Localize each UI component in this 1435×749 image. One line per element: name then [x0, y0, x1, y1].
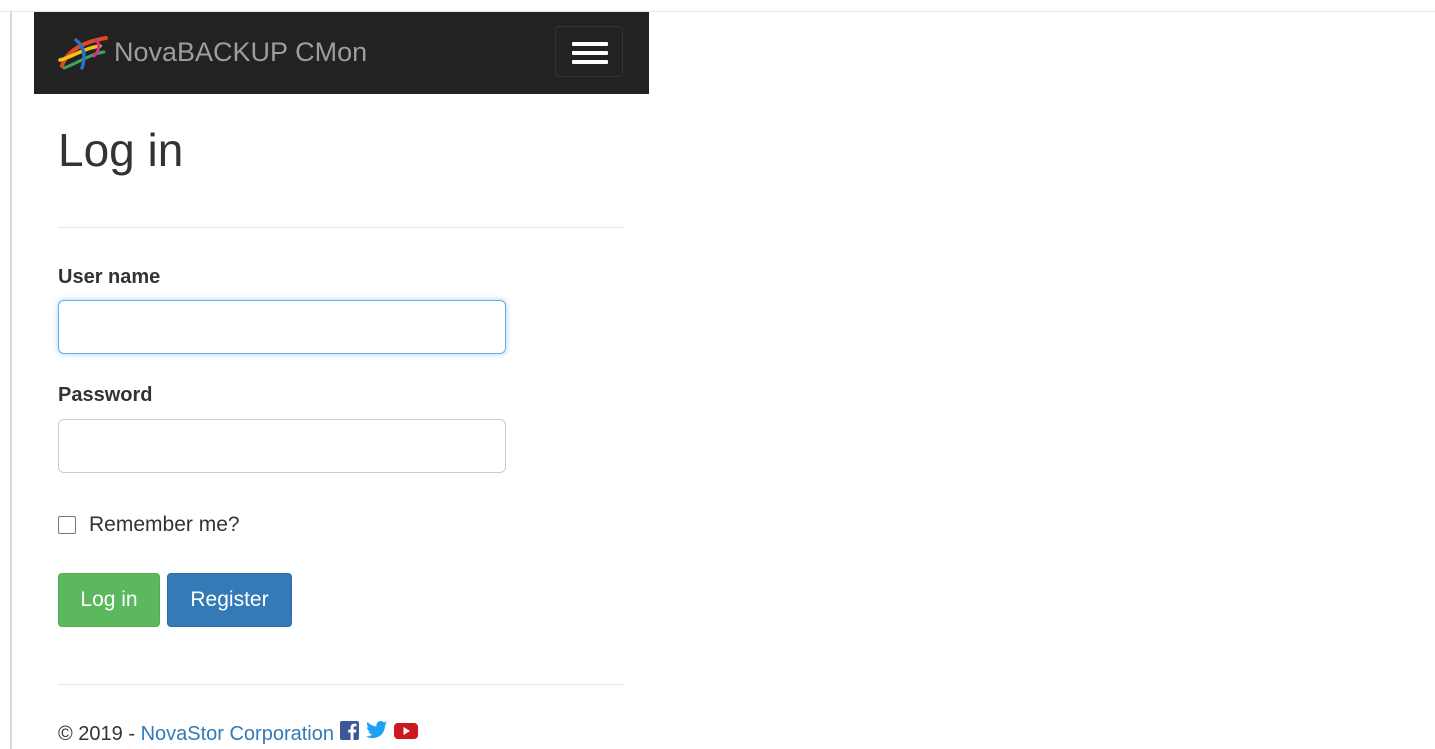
brand-link[interactable]: NovaBACKUP CMon [56, 34, 367, 70]
page-title: Log in [58, 124, 184, 176]
footer: © 2019 - NovaStor Corporation [58, 720, 418, 747]
hamburger-icon [572, 42, 608, 46]
footer-divider [58, 684, 624, 685]
username-input[interactable] [58, 300, 506, 354]
password-label: Password [58, 384, 153, 406]
facebook-icon[interactable] [340, 720, 360, 747]
navbar: NovaBACKUP CMon [34, 12, 649, 94]
remember-me-checkbox[interactable] [58, 516, 76, 534]
brand-name: NovaBACKUP CMon [114, 37, 368, 67]
navbar-toggle-button[interactable] [555, 26, 623, 77]
novabackup-logo-icon [58, 36, 108, 70]
left-border [10, 11, 12, 749]
remember-me-label[interactable]: Remember me? [89, 512, 240, 538]
remember-me-row: Remember me? [58, 512, 240, 538]
company-link[interactable]: NovaStor Corporation [141, 721, 334, 747]
hamburger-icon-bar [572, 60, 608, 64]
copyright-text: © 2019 - [58, 722, 141, 745]
password-input[interactable] [58, 419, 506, 473]
login-button[interactable]: Log in [58, 573, 160, 627]
username-label: User name [58, 266, 161, 288]
divider [58, 227, 624, 228]
youtube-icon[interactable] [394, 721, 418, 747]
hamburger-icon-bar [572, 51, 608, 55]
twitter-icon[interactable] [366, 720, 388, 747]
register-button[interactable]: Register [167, 573, 292, 627]
